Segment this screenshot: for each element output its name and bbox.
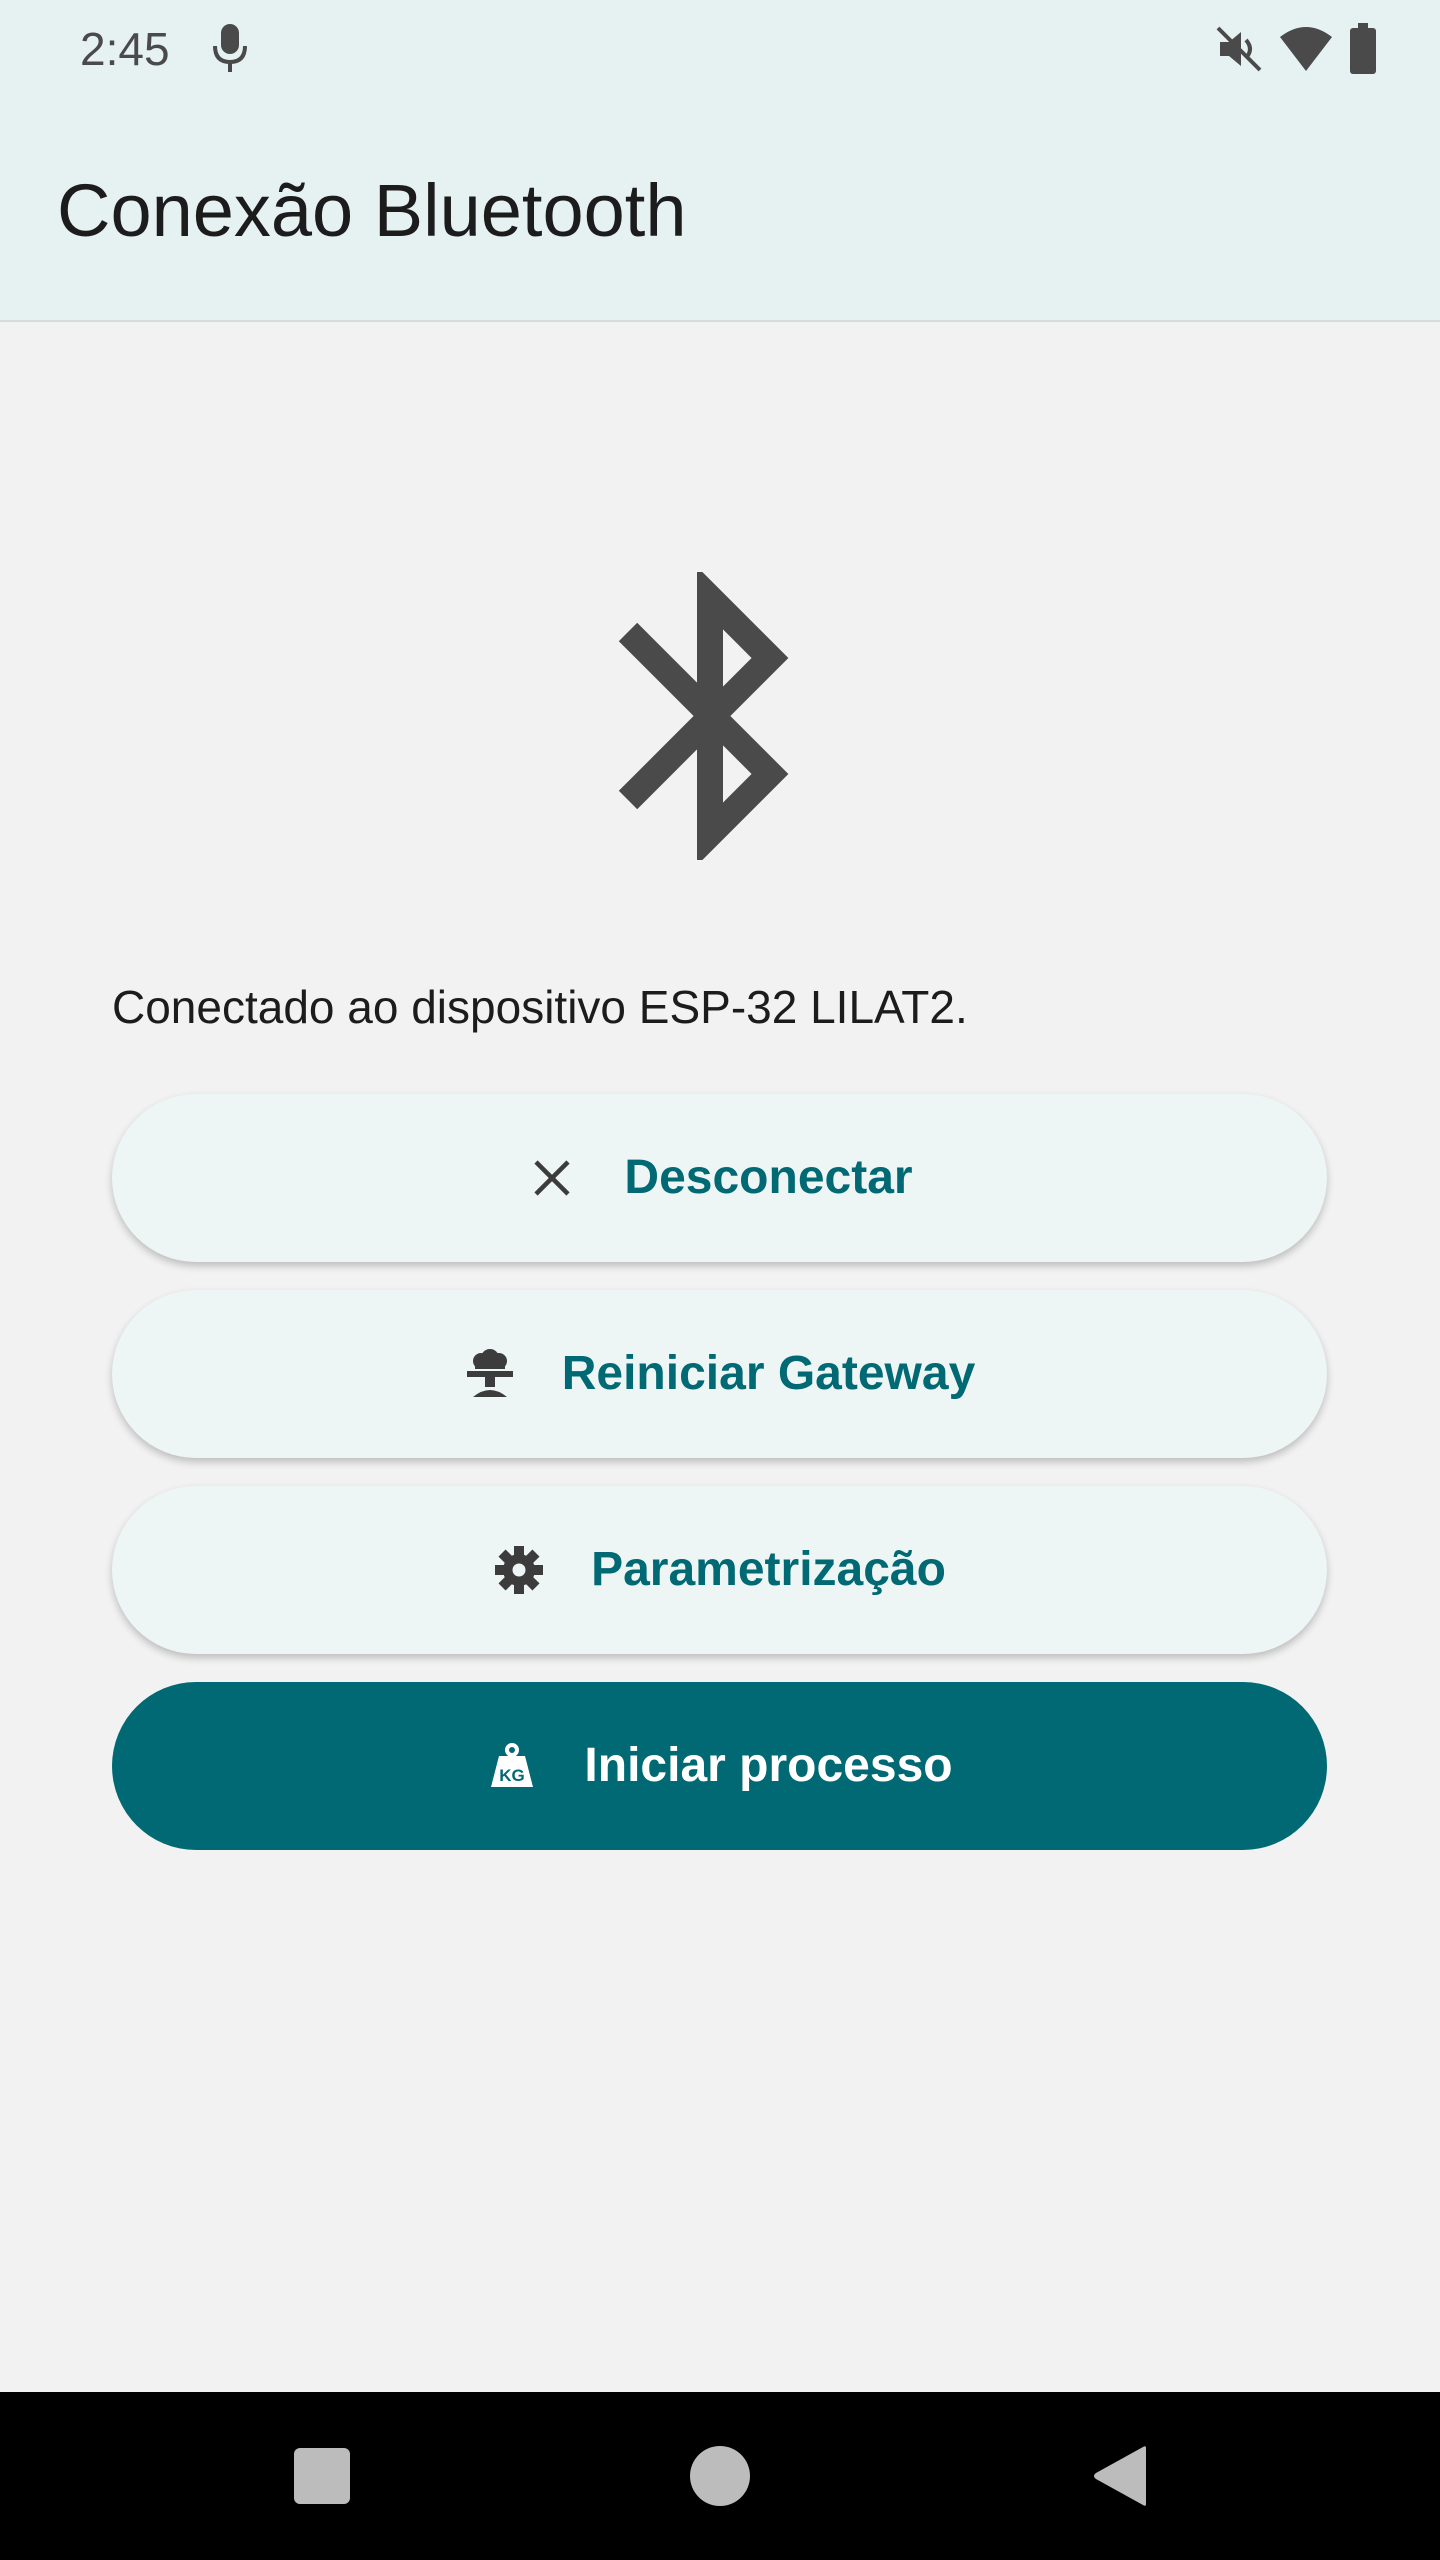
restart-gateway-button-label: Reiniciar Gateway [561,1347,976,1400]
battery-icon [1350,23,1376,74]
status-time: 2:45 [80,23,170,75]
mic-icon [213,24,247,72]
parametrization-button-label: Parametrização [591,1543,946,1596]
disconnect-button-label: Desconectar [624,1151,913,1204]
status-bar: 2:45 [0,0,1440,98]
close-icon [526,1152,578,1204]
page-title: Conexão Bluetooth [57,169,687,252]
back-button[interactable] [1078,2434,1162,2518]
recents-icon [294,2448,350,2504]
weight-kg-icon: KG [486,1740,538,1792]
wifi-icon [1280,27,1332,71]
start-process-button[interactable]: KG Iniciar processo [112,1682,1327,1850]
connection-status-text: Conectado ao dispositivo ESP-32 LILAT2. [112,981,968,1033]
start-process-button-label: Iniciar processo [584,1739,953,1792]
back-icon [1094,2446,1146,2506]
recents-button[interactable] [280,2434,364,2518]
mute-icon [1216,26,1262,72]
navigation-bar [0,2392,1440,2560]
disconnect-button[interactable]: Desconectar [112,1094,1327,1262]
svg-text:KG: KG [500,1766,526,1785]
restart-gateway-button[interactable]: Reiniciar Gateway [112,1290,1327,1458]
restart-icon [464,1348,516,1400]
bluetooth-icon [618,572,789,860]
gear-icon [493,1544,545,1596]
app-bar: Conexão Bluetooth [0,98,1440,322]
home-icon [690,2446,750,2506]
status-icons [1214,20,1378,78]
parametrization-button[interactable]: Parametrização [112,1486,1327,1654]
home-button[interactable] [678,2434,762,2518]
